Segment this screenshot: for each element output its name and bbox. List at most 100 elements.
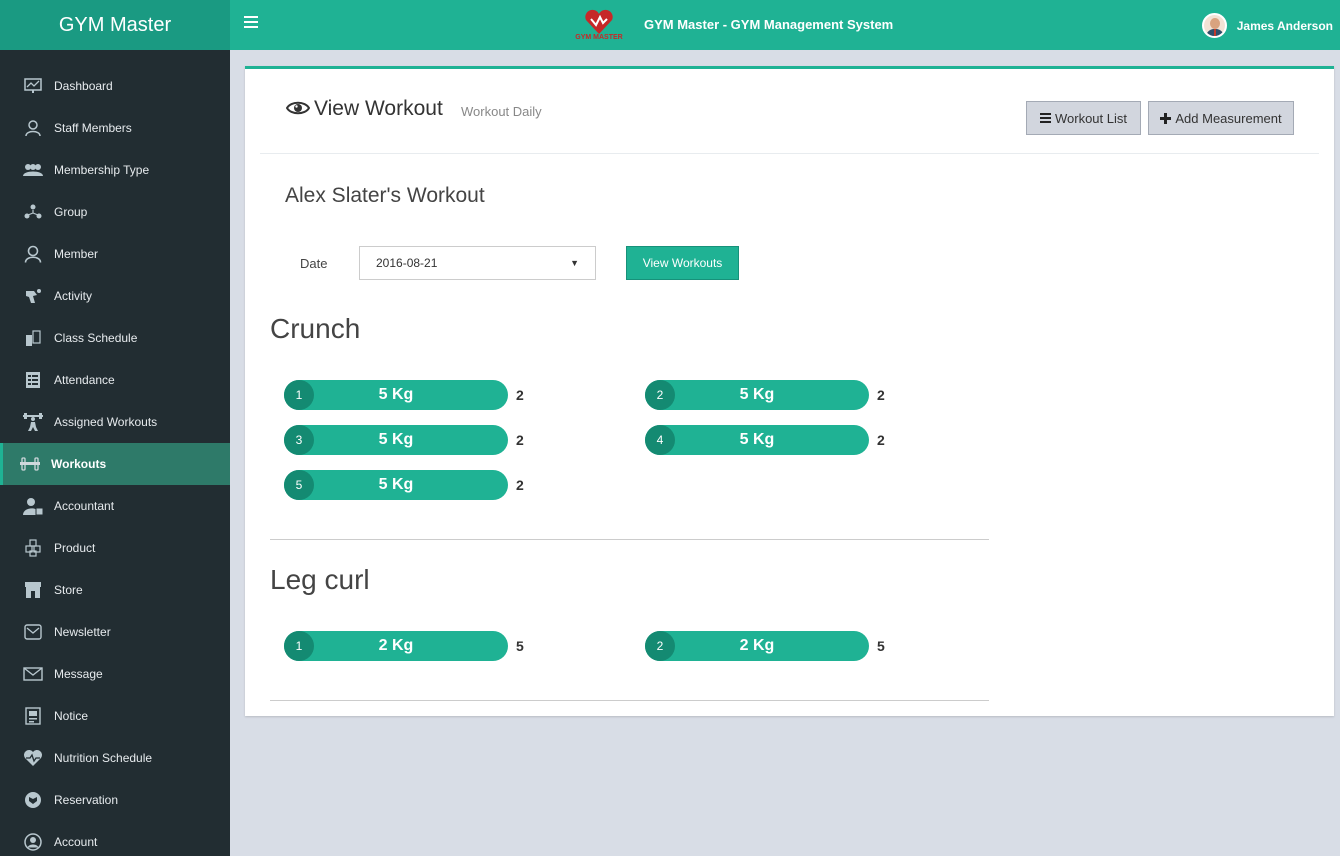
sidebar-item-class-schedule[interactable]: Class Schedule — [0, 317, 230, 359]
assigned-workouts-icon — [23, 412, 43, 432]
sidebar-item-label: Newsletter — [54, 625, 111, 639]
workout-list-label: Workout List — [1054, 110, 1127, 126]
staff-icon — [23, 118, 43, 138]
sidebar-item-store[interactable]: Store — [0, 569, 230, 611]
add-measurement-button[interactable]: Add Measurement — [1148, 101, 1294, 135]
sidebar-item-label: Dashboard — [54, 79, 113, 93]
menu-toggle-icon[interactable] — [244, 16, 258, 30]
attendance-icon — [23, 370, 43, 390]
set-reps: 2 — [516, 387, 524, 403]
sidebar-item-label: Activity — [54, 289, 93, 303]
accountant-icon — [23, 496, 43, 516]
sidebar-item-nutrition-schedule[interactable]: Nutrition Schedule — [0, 737, 230, 779]
sidebar-item-label: Attendance — [54, 373, 115, 387]
top-navbar: GYM MASTER GYM Master - GYM Management S… — [230, 0, 1340, 50]
date-label: Date — [300, 256, 328, 271]
sidebar-item-label: Nutrition Schedule — [54, 751, 153, 765]
workout-set: 4 5 Kg 2 — [645, 424, 885, 456]
account-icon — [23, 832, 43, 852]
page-subtitle: Workout Daily — [461, 104, 542, 119]
class-schedule-icon — [23, 328, 43, 348]
sidebar-item-membership-type[interactable]: Membership Type — [0, 149, 230, 191]
set-number-badge: 2 — [645, 380, 675, 410]
brand-title[interactable]: GYM Master — [0, 0, 230, 50]
notice-icon — [23, 706, 43, 726]
sidebar-item-workouts[interactable]: Workouts — [0, 443, 230, 485]
nutrition-icon — [23, 748, 43, 768]
view-workouts-button[interactable]: View Workouts — [626, 246, 739, 280]
content-box: View Workout Workout Daily Workout List … — [245, 66, 1334, 716]
sidebar-item-reservation[interactable]: Reservation — [0, 779, 230, 821]
sidebar-item-activity[interactable]: Activity — [0, 275, 230, 317]
sidebar-item-assigned-workouts[interactable]: Assigned Workouts — [0, 401, 230, 443]
membership-icon — [23, 160, 43, 180]
sidebar-item-label: Assigned Workouts — [54, 415, 158, 429]
workout-set: 1 5 Kg 2 — [284, 379, 524, 411]
add-measurement-label: Add Measurement — [1175, 110, 1282, 126]
set-number-badge: 4 — [645, 425, 675, 455]
sidebar-item-label: Product — [54, 541, 96, 555]
set-number-badge: 1 — [284, 380, 314, 410]
set-reps: 2 — [877, 432, 885, 448]
set-number-badge: 5 — [284, 470, 314, 500]
activity-icon — [23, 286, 43, 306]
newsletter-icon — [23, 622, 43, 642]
sidebar-item-account[interactable]: Account — [0, 821, 230, 856]
group-icon — [23, 202, 43, 222]
sidebar-item-staff-members[interactable]: Staff Members — [0, 107, 230, 149]
set-reps: 2 — [516, 432, 524, 448]
workout-set: 1 2 Kg 5 — [284, 630, 524, 662]
set-weight: 5 Kg — [739, 386, 775, 403]
set-number-badge: 1 — [284, 631, 314, 661]
eye-icon — [286, 101, 310, 115]
sidebar-item-product[interactable]: Product — [0, 527, 230, 569]
sidebar-item-label: Account — [54, 835, 98, 849]
sidebar-item-member[interactable]: Member — [0, 233, 230, 275]
workout-set: 3 5 Kg 2 — [284, 424, 524, 456]
set-weight-pill: 2 2 Kg — [645, 631, 869, 661]
date-value: 2016-08-21 — [376, 256, 438, 270]
sidebar-item-notice[interactable]: Notice — [0, 695, 230, 737]
logo-text: GYM MASTER — [575, 34, 623, 41]
sidebar-item-message[interactable]: Message — [0, 653, 230, 695]
workout-name: Crunch — [270, 313, 361, 344]
workout-set: 5 5 Kg 2 — [284, 469, 524, 501]
workout-block: Leg curl 1 2 Kg 5 2 2 Kg 5 — [270, 564, 989, 701]
sidebar-item-label: Accountant — [54, 499, 115, 513]
sidebar-item-label: Message — [54, 667, 103, 681]
set-weight: 2 Kg — [378, 637, 414, 654]
workouts-icon — [20, 454, 40, 474]
sidebar-item-label: Notice — [54, 709, 89, 723]
sidebar-item-accountant[interactable]: Accountant — [0, 485, 230, 527]
workout-set: 2 2 Kg 5 — [645, 630, 885, 662]
box-header: View Workout Workout Daily Workout List … — [260, 69, 1319, 154]
sidebar-item-label: Class Schedule — [54, 331, 138, 345]
workout-divider — [270, 700, 989, 701]
set-weight-pill: 4 5 Kg — [645, 425, 869, 455]
date-select[interactable]: 2016-08-21 ▼ — [359, 246, 596, 280]
set-number-badge: 2 — [645, 631, 675, 661]
set-weight-pill: 1 5 Kg — [284, 380, 508, 410]
sidebar-item-attendance[interactable]: Attendance — [0, 359, 230, 401]
member-workout-title: Alex Slater's Workout — [285, 184, 485, 207]
sidebar-item-label: Reservation — [54, 793, 119, 807]
sidebar-item-group[interactable]: Group — [0, 191, 230, 233]
set-weight-pill: 3 5 Kg — [284, 425, 508, 455]
set-weight: 5 Kg — [378, 386, 414, 403]
workout-set: 2 5 Kg 2 — [645, 379, 885, 411]
sidebar-item-dashboard[interactable]: Dashboard — [0, 65, 230, 107]
user-menu[interactable]: James Anderson — [1201, 13, 1333, 38]
set-weight: 5 Kg — [378, 431, 414, 448]
list-icon — [1039, 113, 1051, 123]
sidebar-item-label: Workouts — [51, 457, 107, 471]
sidebar-item-label: Group — [54, 205, 88, 219]
workout-divider — [270, 539, 989, 540]
member-icon — [23, 244, 43, 264]
sidebar-item-label: Member — [54, 247, 99, 261]
sidebar-item-newsletter[interactable]: Newsletter — [0, 611, 230, 653]
avatar[interactable] — [1201, 13, 1227, 38]
workout-list-button[interactable]: Workout List — [1026, 101, 1141, 135]
workout-name: Leg curl — [270, 564, 370, 595]
user-name[interactable]: James Anderson — [1237, 19, 1333, 33]
plus-icon — [1160, 112, 1172, 124]
